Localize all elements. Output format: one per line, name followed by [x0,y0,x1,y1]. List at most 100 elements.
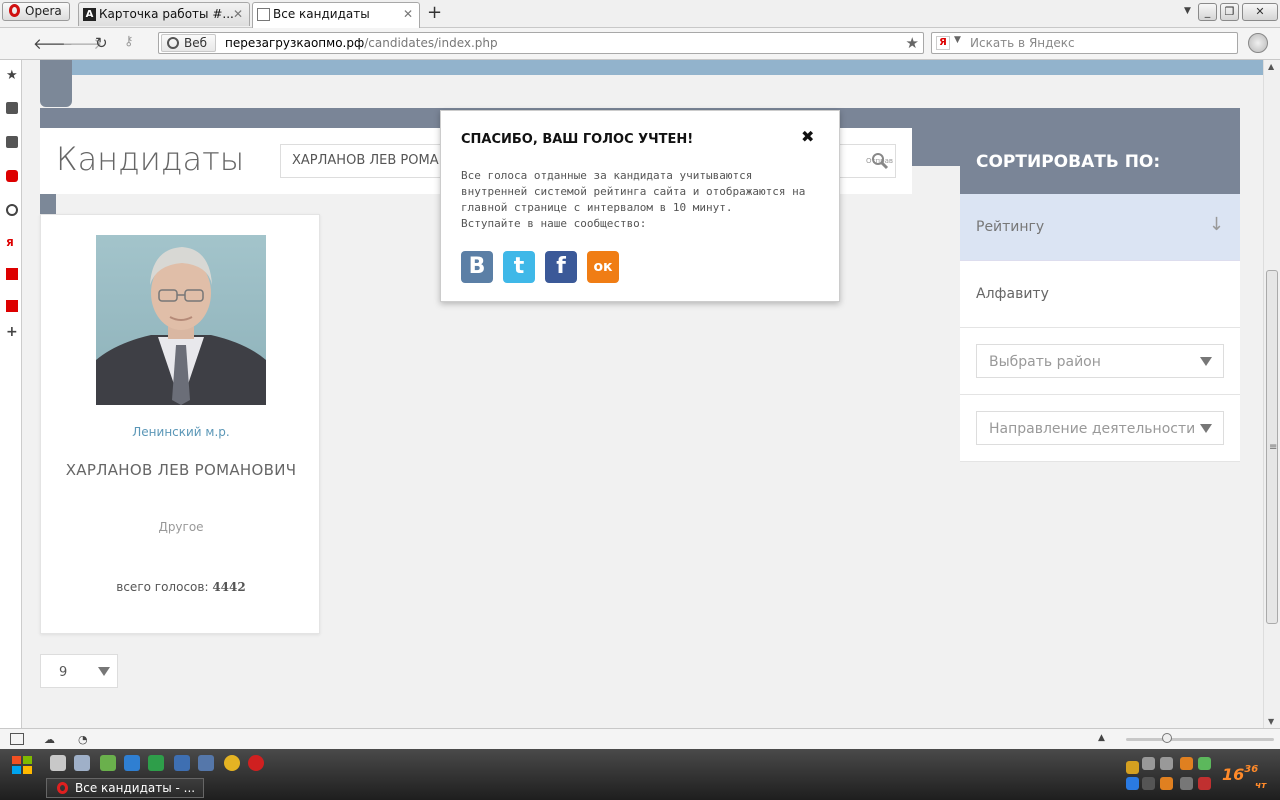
left-marker [40,194,56,214]
tray-icon[interactable] [1160,757,1173,770]
candidate-district-link[interactable]: Ленинский м.р. [41,425,321,439]
sort-alphabet-label: Алфавиту [976,286,1049,302]
url-path: /candidates/index.php [364,36,498,50]
sort-panel: СОРТИРОВАТЬ ПО: Рейтингу ↓ Алфавиту Выбр… [960,108,1240,462]
tab-label: Все кандидаты [273,7,370,21]
yandex-panel-icon[interactable]: Я [6,238,18,250]
minimize-button[interactable]: _ [1198,3,1217,21]
tab-close-icon[interactable]: ✕ [233,7,243,21]
globe-icon [167,37,179,49]
youtube-icon[interactable] [6,170,18,182]
panel-toggle-icon[interactable] [10,733,24,745]
candidate-card[interactable]: Ленинский м.р. ХАРЛАНОВ ЛЕВ РОМАНОВИЧ Др… [40,214,320,634]
top-strip [40,60,1263,75]
vote-thanks-modal: СПАСИБО, ВАШ ГОЛОС УЧТЕН! ✖ Все голоса о… [440,110,840,302]
bookmark-star-icon[interactable]: ★ [906,34,919,52]
odnoklassniki-icon[interactable]: ок [587,251,619,283]
sort-by-alphabet[interactable]: Алфавиту [960,261,1240,328]
tray-icon[interactable] [1198,777,1211,790]
yandex-browser-icon[interactable] [248,755,264,771]
internet-explorer-icon[interactable] [124,755,140,771]
tab-close-icon[interactable]: ✕ [403,7,413,21]
quicklaunch-icon[interactable] [100,755,116,771]
volume-icon[interactable] [1180,777,1193,790]
tray-icon[interactable] [1142,777,1155,790]
window-controls: _ ❐ ✕ [1198,3,1278,21]
tray-icon[interactable] [1180,757,1193,770]
chrome-icon[interactable] [224,755,240,771]
page-scrollbar[interactable]: ▲ ≡ ▼ [1263,60,1280,728]
tray-icon[interactable] [1126,761,1139,774]
taskbar-clock[interactable]: 1636 чт [1222,764,1266,791]
taskbar-item-opera[interactable]: Все кандидаты - ... [46,778,204,798]
cloud-icon[interactable]: ☁ [44,733,55,746]
quicklaunch-icon[interactable] [174,755,190,771]
page-content: ты Кандидаты ХАРЛАНОВ ЛЕВ РОМА Отправ [22,60,1263,728]
zoom-slider[interactable] [1126,738,1274,741]
sort-by-rating[interactable]: Рейтингу ↓ [960,194,1240,261]
twitter-icon[interactable]: t [503,251,535,283]
quicklaunch-icon[interactable] [74,755,90,771]
mail-icon[interactable] [6,102,18,114]
quicklaunch-icon[interactable] [148,755,164,771]
tab-menu-chevron-icon[interactable]: ▼ [1184,6,1191,16]
tray-icon[interactable] [1198,757,1211,770]
facebook-icon[interactable]: f [545,251,577,283]
search-placeholder: Искать в Яндекс [970,36,1075,50]
per-page-select[interactable]: 9 [40,654,118,688]
window-close-button[interactable]: ✕ [1242,3,1278,21]
key-icon[interactable]: ⚷ [124,34,134,49]
web-badge[interactable]: Веб [161,34,217,52]
bookmarks-star-icon[interactable]: ★ [6,68,18,83]
district-filter-row: Выбрать район [960,328,1240,395]
tray-icon[interactable] [1160,777,1173,790]
contacts-icon[interactable] [6,136,18,148]
quicklaunch-icon[interactable] [50,755,66,771]
history-icon[interactable] [6,204,18,216]
search-icon[interactable] [871,152,889,170]
opera-menu-label: Opera [25,4,62,18]
acrobat-icon[interactable] [6,268,18,280]
zoom-slider-knob[interactable] [1162,733,1172,743]
tab-all-candidates[interactable]: Все кандидаты ✕ [252,2,420,28]
tab-work-card[interactable]: A Карточка работы #... ✕ [78,2,250,26]
tab-label: Карточка работы #... [99,7,234,21]
clock-day: чт [1255,781,1267,791]
tab-page-icon [257,8,270,21]
web-badge-label: Веб [184,36,208,50]
per-page-value: 9 [59,665,68,680]
opera-unite-icon[interactable] [1248,33,1268,53]
add-panel-icon[interactable]: + [6,324,18,340]
address-field[interactable]: Веб перезагрузкаопмо.рф/candidates/index… [158,32,924,54]
tab-favicon-icon: A [83,8,96,21]
scroll-down-icon[interactable]: ▼ [1268,717,1274,726]
vk-icon[interactable]: В [461,251,493,283]
close-icon[interactable]: ✖ [801,129,814,145]
acrobat-icon-2[interactable] [6,300,18,312]
reload-icon[interactable]: ↻ [95,34,108,52]
tray-icon[interactable] [1126,777,1139,790]
scroll-grip-icon: ≡ [1269,442,1278,453]
sort-title: СОРТИРОВАТЬ ПО: [976,152,1161,172]
district-select-label: Выбрать район [989,354,1101,370]
navigation-bar: 🡐 🡒 ↻ ⚷ Веб перезагрузкаопмо.рф/candidat… [0,28,1280,60]
activity-select[interactable]: Направление деятельности [976,411,1224,445]
windows-start-icon[interactable] [10,754,34,776]
clock-minute: 36 [1244,764,1259,775]
quicklaunch-icon[interactable] [198,755,214,771]
sort-rating-label: Рейтингу [976,219,1045,235]
yandex-icon[interactable]: Я [936,36,950,50]
scroll-up-icon[interactable]: ▲ [1268,62,1274,71]
candidate-name[interactable]: ХАРЛАНОВ ЛЕВ РОМАНОВИЧ [41,461,321,479]
search-field[interactable]: Я ▼ Искать в Яндекс [931,32,1238,54]
speed-dial-icon[interactable]: ◔ [78,733,88,746]
tray-icon[interactable] [1142,757,1155,770]
new-tab-button[interactable]: + [427,4,442,22]
candidate-photo[interactable] [96,235,266,405]
opera-menu-button[interactable]: Opera [2,2,70,21]
restore-button[interactable]: ❐ [1220,3,1239,21]
view-up-icon[interactable]: ▲ [1098,733,1105,743]
district-select[interactable]: Выбрать район [976,344,1224,378]
modal-line: Все голоса отданные за кандидата учитыва… [461,169,753,182]
chevron-down-icon[interactable]: ▼ [954,35,961,45]
